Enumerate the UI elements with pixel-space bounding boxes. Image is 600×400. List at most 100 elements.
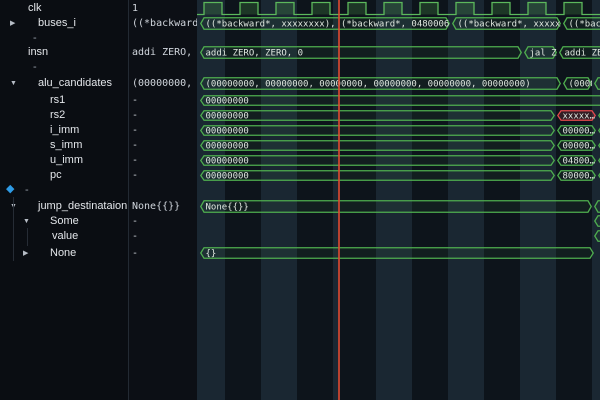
signal-row-alu_candidates[interactable]: ▼ alu_candidates — [0, 76, 128, 91]
signal-name-label: pc — [50, 168, 62, 183]
bus-segment: {} — [201, 248, 594, 259]
signal-value-s_imm: - — [132, 138, 197, 153]
wave-row-None[interactable]: {} — [201, 248, 594, 259]
wave-row-pc[interactable]: 0000000080000… — [201, 171, 600, 182]
signal-value-pc: - — [132, 168, 197, 183]
wave-row-value[interactable] — [595, 231, 600, 242]
signal-name-label: alu_candidates — [38, 76, 112, 91]
bus-segment: 00000000 — [201, 96, 600, 107]
signal-name-label: clk — [28, 1, 41, 16]
svg-text:00000000: 00000000 — [206, 127, 249, 137]
wave-row-u_imm[interactable]: 00000000 04800… — [201, 156, 600, 167]
waveform-svg[interactable]: ((*backward*, xxxxxxxx), (*backward*, 04… — [197, 0, 600, 400]
signal-name-label: value — [52, 229, 78, 244]
signal-row-clk[interactable]: clk — [0, 1, 128, 16]
wave-row-Some[interactable] — [595, 216, 600, 227]
bus-segment: 00000000 — [201, 141, 555, 152]
signal-name-label: Some — [50, 214, 79, 229]
bus-segment: 00000000 — [201, 156, 555, 167]
svg-text:00000000: 00000000 — [206, 157, 249, 167]
expand-arrow-icon[interactable]: ▶ — [10, 16, 15, 31]
bus-segment — [595, 231, 600, 242]
collapse-arrow-icon[interactable]: ▼ — [23, 214, 30, 229]
signal-values-panel: 1((*backward*, addi ZERO, ZER(00000000, … — [129, 0, 197, 400]
bus-segment: (00000000, 00000000, 00000000, 00000000,… — [201, 78, 561, 90]
svg-text:(00000000, 00000000, 00000000,: (00000000, 00000000, 00000000, 00000000,… — [206, 80, 531, 90]
svg-text:04800…: 04800… — [563, 157, 596, 167]
expand-arrow-icon[interactable]: ▶ — [23, 246, 28, 261]
wave-row-buses_i[interactable]: ((*backward*, xxxxxxxx), (*backward*, 04… — [201, 18, 600, 30]
bus-segment: xxxxx… — [558, 111, 596, 122]
signal-name-label: jump_destinataion — [38, 199, 127, 214]
signal-names-panel: clk▶buses_i-insn-▼alu_candidatesrs1rs2i_… — [0, 0, 129, 400]
wave-row-jump_destinataion[interactable]: None{{}} — [201, 201, 600, 213]
bus-segment — [595, 78, 600, 90]
signal-value-rs2: - — [132, 108, 197, 123]
signal-row-spacer-1[interactable]: - — [0, 31, 128, 46]
signal-name-label: s_imm — [50, 138, 82, 153]
signal-row-Some[interactable]: ▼ Some — [0, 214, 128, 229]
svg-text:addi ZER…: addi ZER… — [565, 49, 600, 59]
signal-value-u_imm: - — [132, 153, 197, 168]
bus-segment: ((*backw… — [564, 18, 600, 30]
signal-row-None[interactable]: ▶ None — [0, 246, 128, 261]
svg-text:00000000: 00000000 — [206, 142, 249, 152]
signal-name-label: rs2 — [50, 108, 65, 123]
bus-segment: 00000… — [558, 126, 596, 137]
wave-row-i_imm[interactable]: 00000000 00000… — [201, 126, 600, 137]
signal-row-jump_destinataion[interactable]: ▼jump_destinataion — [0, 199, 128, 214]
signal-row-marker[interactable]: ◆- — [0, 183, 128, 198]
bus-segment: jal Z… — [525, 47, 563, 59]
svg-text:00000000: 00000000 — [206, 97, 249, 107]
signal-name-label: - — [33, 31, 37, 46]
signal-value-Some: - — [132, 214, 197, 229]
bus-segment — [595, 216, 600, 227]
bus-segment: ((*backward*, xxxxxxxx), (*backward*, 04… — [201, 18, 461, 30]
signal-value-buses_i: ((*backward*, — [132, 16, 197, 31]
svg-text:((*backward*, xxxxxxxx), (*bac: ((*backward*, xxxxxxxx), (*backward*, 04… — [206, 20, 461, 30]
signal-row-rs1[interactable]: rs1 — [0, 93, 128, 108]
signal-row-s_imm[interactable]: s_imm — [0, 138, 128, 153]
wave-row-s_imm[interactable]: 00000000 00000… — [201, 141, 600, 152]
bus-segment: addi ZERO, ZERO, 0 — [201, 47, 522, 59]
signal-row-pc[interactable]: pc — [0, 168, 128, 183]
bus-segment: 04800… — [558, 156, 596, 167]
svg-text:xxxxx…: xxxxx… — [563, 112, 596, 122]
tree-guide-line — [13, 197, 14, 261]
marker-diamond-icon[interactable]: ◆ — [6, 182, 14, 197]
bus-segment: 80000… — [558, 171, 596, 182]
svg-text:addi ZERO, ZERO, 0: addi ZERO, ZERO, 0 — [206, 49, 304, 59]
waveform-canvas[interactable]: ((*backward*, xxxxxxxx), (*backward*, 04… — [197, 0, 600, 400]
wave-row-alu_candidates[interactable]: (00000000, 00000000, 00000000, 00000000,… — [201, 78, 600, 90]
wave-row-rs1[interactable]: 00000000 — [201, 96, 600, 107]
wave-row-insn[interactable]: addi ZERO, ZERO, 0 jal Z…addi ZER… — [201, 47, 600, 59]
svg-text:((*backward*, xxxxx…: ((*backward*, xxxxx… — [458, 20, 567, 30]
signal-row-i_imm[interactable]: i_imm — [0, 123, 128, 138]
wave-row-rs2[interactable]: 00000000xxxxx… — [201, 111, 600, 122]
bus-segment — [595, 201, 600, 213]
bus-segment: 00000000 — [201, 171, 555, 182]
signal-value-None: - — [132, 246, 197, 261]
tree-guide-line — [27, 228, 28, 246]
signal-value-alu_candidates: (00000000, 000 — [132, 76, 197, 91]
signal-value-value: - — [132, 229, 197, 244]
waveform-viewer-window: clk▶buses_i-insn-▼alu_candidatesrs1rs2i_… — [0, 0, 600, 400]
collapse-arrow-icon[interactable]: ▼ — [10, 76, 17, 91]
bus-segment: None{{}} — [201, 201, 592, 213]
signal-row-insn[interactable]: insn — [0, 45, 128, 60]
signal-value-clk: 1 — [132, 1, 197, 16]
signal-value-rs1: - — [132, 93, 197, 108]
signal-row-rs2[interactable]: rs2 — [0, 108, 128, 123]
svg-text:None{{}}: None{{}} — [206, 203, 249, 213]
signal-name-label: buses_i — [38, 16, 76, 31]
wave-row-clk[interactable] — [197, 3, 600, 15]
signal-name-label: rs1 — [50, 93, 65, 108]
signal-name-label: None — [50, 246, 76, 261]
signal-row-value[interactable]: value — [0, 229, 128, 244]
signal-name-label: insn — [28, 45, 48, 60]
bus-segment: 00000… — [558, 141, 596, 152]
svg-text:jal Z…: jal Z… — [530, 49, 563, 59]
signal-row-buses_i[interactable]: ▶ buses_i — [0, 16, 128, 31]
signal-row-spacer-2[interactable]: - — [0, 60, 128, 75]
signal-row-u_imm[interactable]: u_imm — [0, 153, 128, 168]
